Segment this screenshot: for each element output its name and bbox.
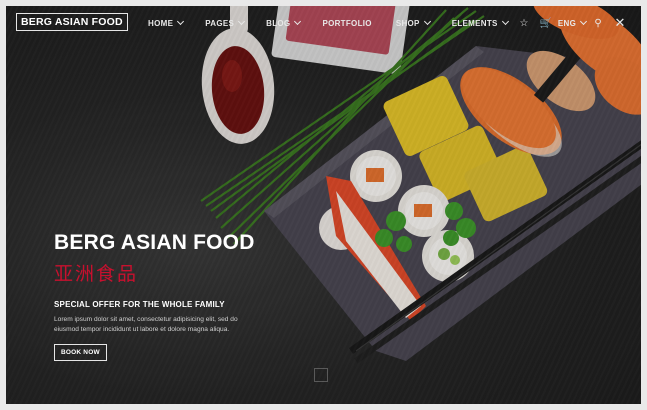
scroll-indicator[interactable]	[314, 368, 328, 382]
menu-item-label: BLOG	[266, 18, 291, 28]
book-now-button[interactable]: BOOK NOW	[54, 344, 107, 362]
main-menu: HOME PAGES BLOG PORTFOLIO SHOP ELEMENTS	[148, 6, 509, 40]
site-logo[interactable]: BERG ASIAN FOOD	[16, 13, 128, 31]
menu-item-label: SHOP	[395, 18, 420, 28]
cart-icon[interactable]: 🛒	[535, 18, 557, 29]
menu-item-label: PORTFOLIO	[322, 18, 372, 28]
language-selector[interactable]: ENG	[557, 17, 588, 28]
top-navigation: BERG ASIAN FOOD HOME PAGES BLOG PORTFOLI…	[6, 6, 641, 40]
menu-item-label: ELEMENTS	[451, 18, 498, 28]
star-icon[interactable]: ☆	[513, 18, 535, 29]
close-icon[interactable]: ✕	[609, 15, 631, 31]
chevron-down-icon	[501, 17, 509, 26]
menu-item-portfolio[interactable]: PORTFOLIO	[322, 19, 371, 28]
language-label: ENG	[557, 18, 577, 28]
hero-subtitle-chinese: 亚洲食品	[54, 263, 139, 285]
menu-item-home[interactable]: HOME	[148, 17, 185, 28]
hero-description: Lorem ipsum dolor sit amet, consectetur …	[54, 316, 238, 333]
chevron-down-icon	[177, 17, 185, 26]
menu-item-elements[interactable]: ELEMENTS	[451, 17, 509, 28]
search-icon[interactable]: ⚲	[587, 18, 609, 29]
menu-item-pages[interactable]: PAGES	[205, 17, 246, 28]
chevron-down-icon	[238, 17, 246, 26]
chevron-down-icon	[423, 17, 431, 26]
menu-item-label: PAGES	[205, 18, 235, 28]
hero-content: BERG ASIAN FOOD 亚洲食品 SPECIAL OFFER FOR T…	[54, 231, 264, 362]
menu-item-blog[interactable]: BLOG	[266, 17, 302, 28]
hero-slider: BERG ASIAN FOOD HOME PAGES BLOG PORTFOLI…	[6, 6, 641, 404]
menu-item-label: HOME	[148, 18, 174, 28]
page-frame: BERG ASIAN FOOD HOME PAGES BLOG PORTFOLI…	[0, 0, 647, 410]
chevron-down-icon	[294, 17, 302, 26]
menu-item-shop[interactable]: SHOP	[395, 17, 431, 28]
hero-offer: SPECIAL OFFER FOR THE WHOLE FAMILY	[54, 300, 225, 309]
hero-title: BERG ASIAN FOOD	[54, 231, 255, 254]
header-icons: ☆ 🛒 ENG ⚲ ✕	[513, 6, 631, 40]
